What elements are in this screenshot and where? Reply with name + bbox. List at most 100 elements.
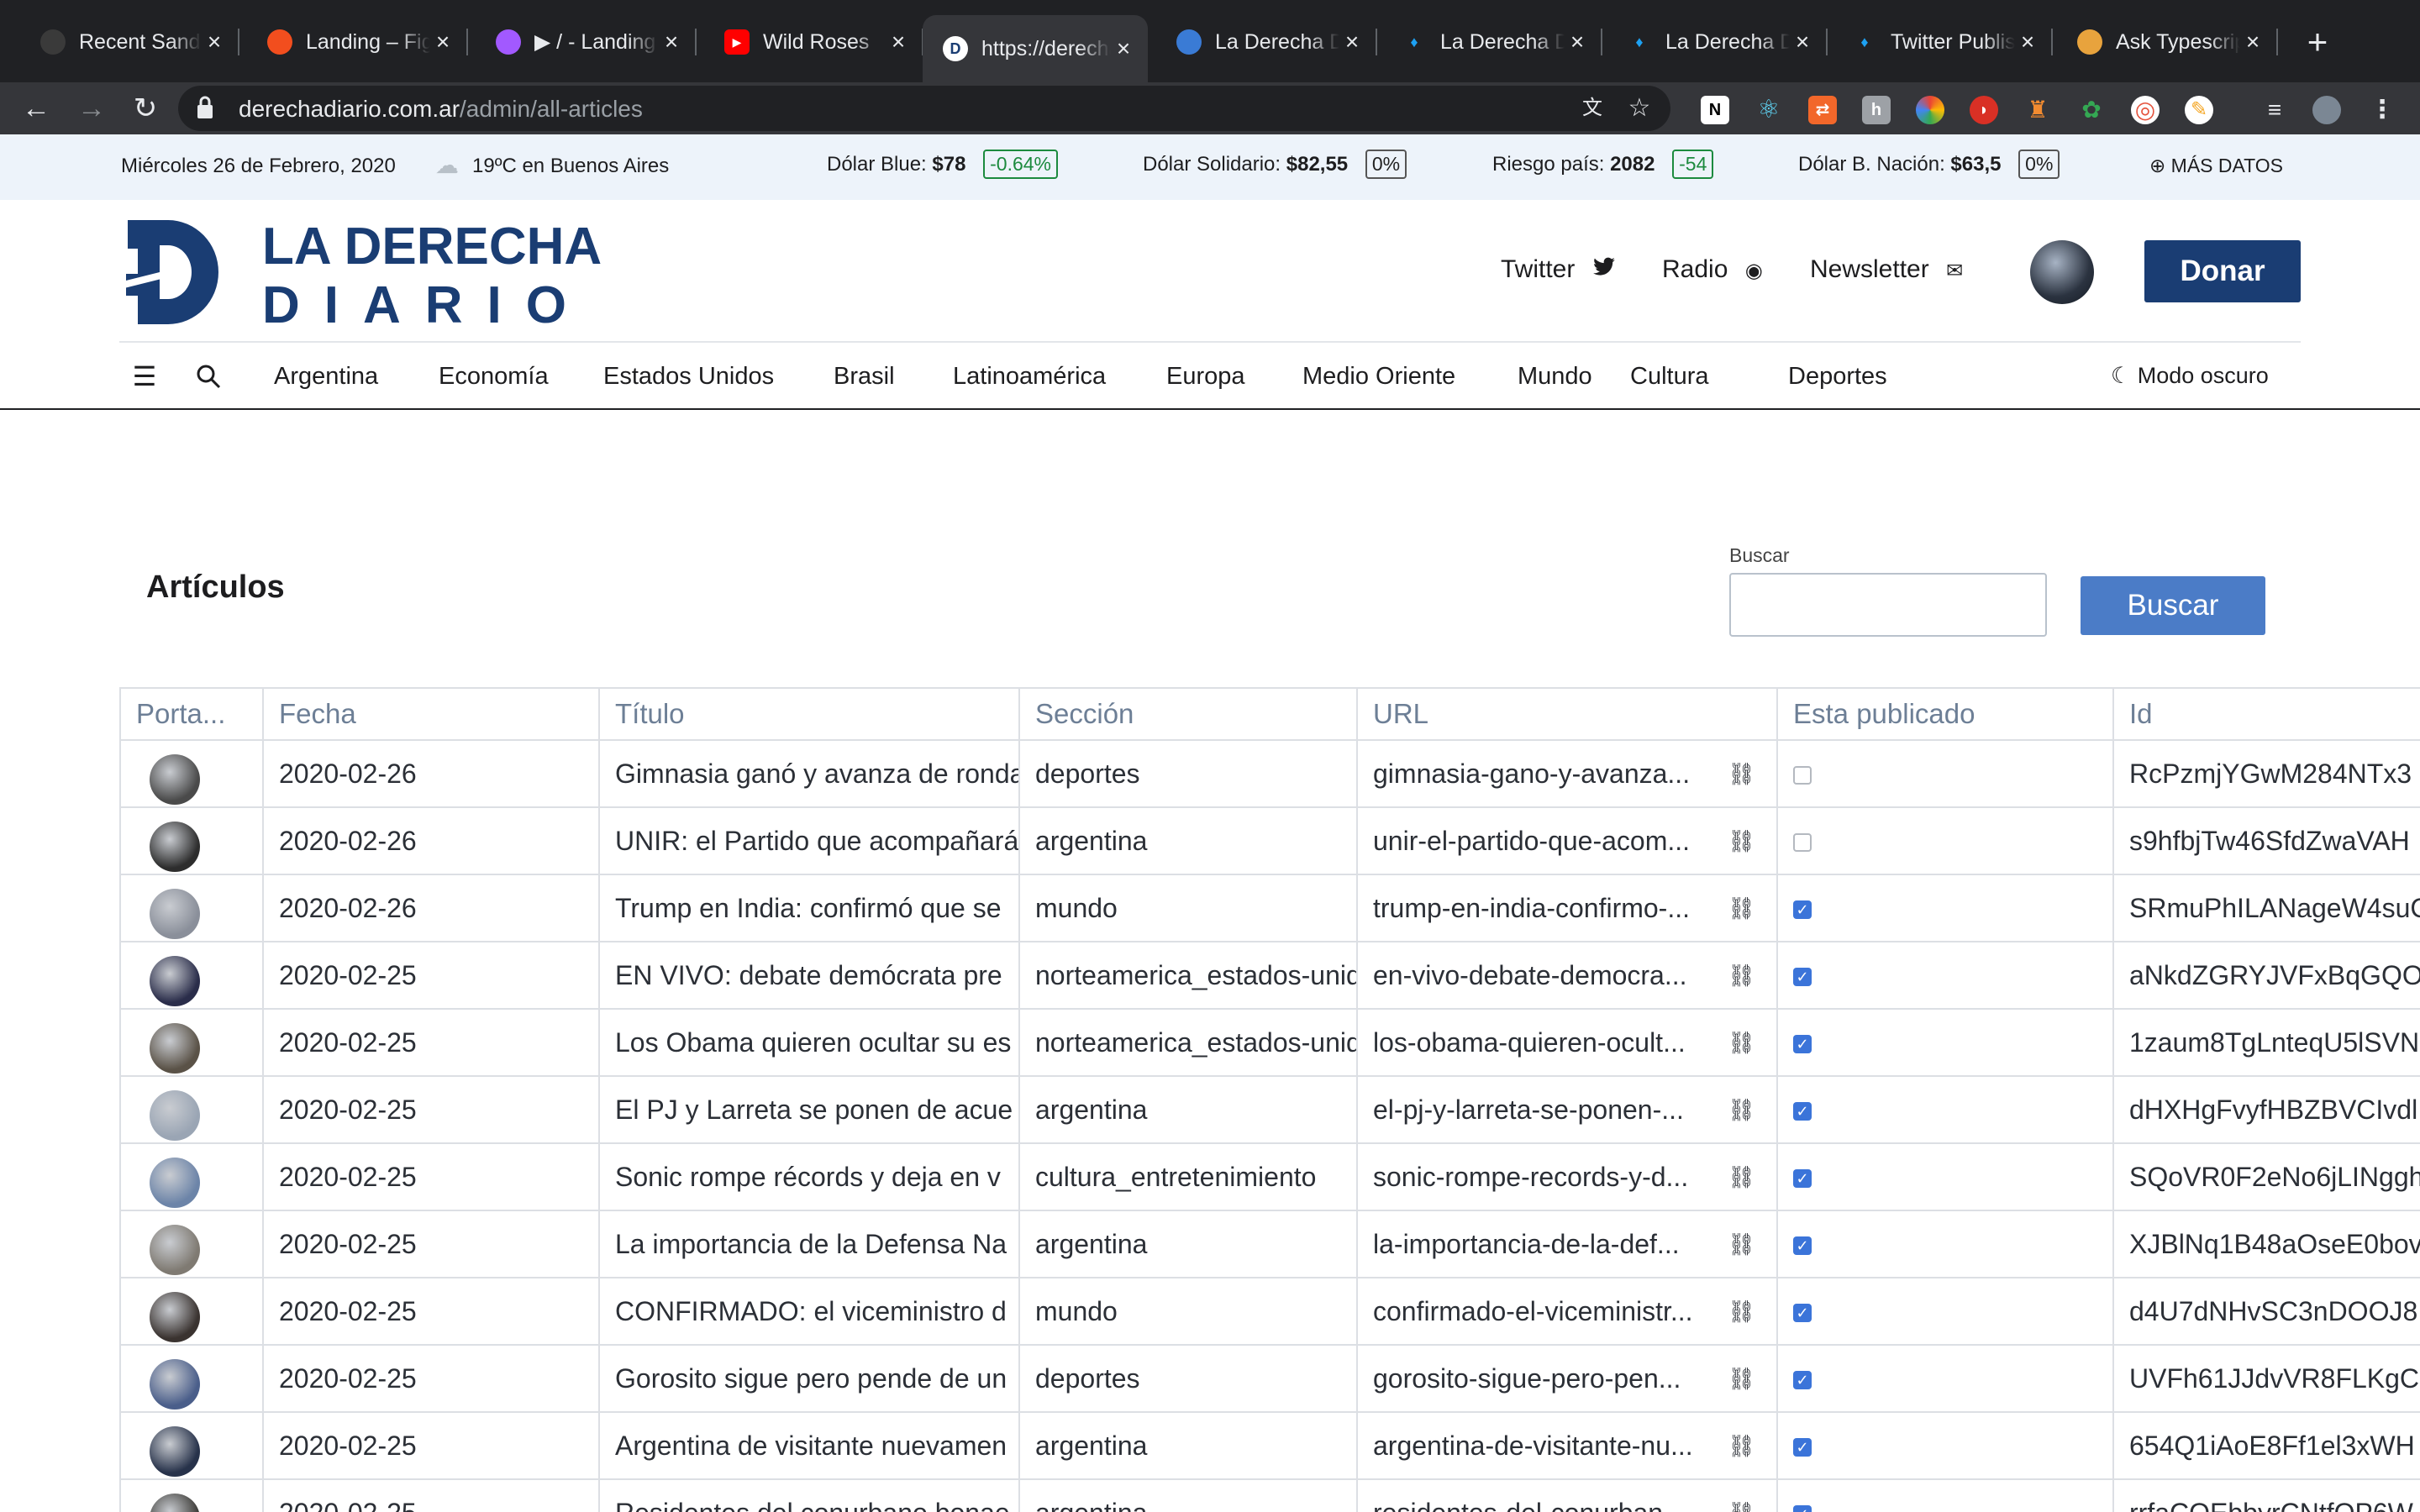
browser-tab[interactable]: ♦ Twitter Publish × — [1832, 15, 2053, 69]
column-header[interactable]: Esta publicado — [1778, 689, 2114, 741]
nav-item[interactable]: Cultura — [1630, 363, 1709, 391]
published-checkbox[interactable] — [1793, 766, 1812, 785]
reload-button[interactable]: ↻ — [126, 89, 165, 128]
nav-item[interactable]: Deportes — [1788, 363, 1887, 391]
extension-icon[interactable]: ✎ — [2185, 96, 2213, 124]
table-row[interactable]: 2020-02-26 UNIR: el Partido que acompañar… — [121, 808, 2420, 875]
back-button[interactable]: ← — [17, 89, 55, 128]
nav-item[interactable]: Europa — [1166, 363, 1245, 391]
link-icon[interactable]: ⛓ — [1728, 808, 1755, 874]
nav-item[interactable]: Medio Oriente — [1302, 363, 1455, 391]
close-tab-icon[interactable]: × — [2240, 29, 2265, 55]
browser-tab[interactable]: ▶ Wild Roses × — [704, 15, 923, 69]
search-input[interactable] — [1729, 573, 2047, 637]
more-data-link[interactable]: ⊕ MÁS DATOS — [2149, 155, 2283, 177]
close-tab-icon[interactable]: × — [659, 29, 684, 55]
table-row[interactable]: 2020-02-25 Argentina de visitante nuevame… — [121, 1413, 2420, 1480]
nav-item[interactable]: Estados Unidos — [603, 363, 774, 391]
column-header[interactable]: Título — [600, 689, 1020, 741]
link-icon[interactable]: ⛓ — [1728, 1144, 1755, 1210]
published-checkbox[interactable]: ✓ — [1793, 1035, 1812, 1053]
column-header[interactable]: Porta... — [121, 689, 264, 741]
close-tab-icon[interactable]: × — [430, 29, 455, 55]
browser-tab[interactable]: ♦ La Derecha Diario× — [1381, 15, 1602, 69]
react-devtools-icon[interactable]: ⚛ — [1754, 96, 1783, 124]
link-icon[interactable]: ⛓ — [1728, 1010, 1755, 1075]
table-row[interactable]: 2020-02-26 Gimnasia ganó y avanza de rond… — [121, 741, 2420, 808]
link-icon[interactable]: ⛓ — [1728, 741, 1755, 806]
donate-button[interactable]: Donar — [2144, 240, 2301, 302]
extension-icon[interactable]: ◎ — [2131, 96, 2160, 124]
extension-icon[interactable]: ♜ — [2023, 96, 2052, 124]
hamburger-menu-icon[interactable]: ☰ — [129, 361, 160, 391]
nav-item[interactable]: Argentina — [274, 363, 378, 391]
close-tab-icon[interactable]: × — [1339, 29, 1365, 55]
browser-tab[interactable]: Dhttps://derechadiario.com.ar× — [923, 15, 1148, 82]
table-row[interactable]: 2020-02-26 Trump en India: confirmó que s… — [121, 875, 2420, 942]
link-icon[interactable]: ⛓ — [1728, 1278, 1755, 1344]
published-checkbox[interactable]: ✓ — [1793, 1102, 1812, 1121]
table-row[interactable]: 2020-02-25 Gorosito sigue pero pende de u… — [121, 1346, 2420, 1413]
column-header[interactable]: URL — [1358, 689, 1778, 741]
published-checkbox[interactable]: ✓ — [1793, 1371, 1812, 1389]
forward-button[interactable]: → — [72, 89, 111, 128]
media-controls-icon[interactable]: ≡ — [2260, 96, 2289, 124]
nav-item[interactable]: Brasil — [834, 363, 895, 391]
close-tab-icon[interactable]: × — [2015, 29, 2040, 55]
table-row[interactable]: 2020-02-25Residentes del conurbano bonae… — [121, 1480, 2420, 1512]
link-icon[interactable]: ⛓ — [1728, 875, 1755, 941]
extension-icon[interactable]: ✿ — [2077, 96, 2106, 124]
column-header[interactable]: Id — [2114, 689, 2420, 741]
notion-extension-icon[interactable]: N — [1701, 96, 1729, 124]
column-header[interactable]: Sección — [1020, 689, 1358, 741]
column-header[interactable]: Fecha — [264, 689, 600, 741]
browser-tab[interactable]: Ask Typescript × — [2057, 15, 2278, 69]
close-tab-icon[interactable]: × — [202, 29, 227, 55]
table-row[interactable]: 2020-02-25 Sonic rompe récords y deja en … — [121, 1144, 2420, 1211]
close-tab-icon[interactable]: × — [886, 29, 911, 55]
search-icon[interactable] — [193, 361, 224, 391]
close-tab-icon[interactable]: × — [1565, 29, 1590, 55]
translate-icon[interactable]: 文 — [1578, 94, 1607, 123]
link-icon[interactable]: ⛓ — [1728, 942, 1755, 1008]
link-icon[interactable]: ⛓ — [1728, 1413, 1755, 1478]
newsletter-link[interactable]: Newsletter ✉ — [1810, 255, 1963, 284]
close-tab-icon[interactable]: × — [1111, 35, 1136, 62]
site-logo[interactable]: LA DERECHA DIARIO — [119, 215, 607, 329]
table-row[interactable]: 2020-02-25 La importancia de la Defensa N… — [121, 1211, 2420, 1278]
published-checkbox[interactable] — [1793, 833, 1812, 852]
table-row[interactable]: 2020-02-25 Los Obama quieren ocultar su e… — [121, 1010, 2420, 1077]
new-tab-button[interactable]: + — [2294, 18, 2341, 66]
published-checkbox[interactable]: ✓ — [1793, 1169, 1812, 1188]
nav-item[interactable]: Mundo — [1518, 363, 1592, 391]
link-icon[interactable]: ⛓ — [1728, 1077, 1755, 1142]
link-icon[interactable]: ⛓ — [1728, 1211, 1755, 1277]
radio-link[interactable]: Radio ◉ — [1662, 255, 1763, 284]
published-checkbox[interactable]: ✓ — [1793, 900, 1812, 919]
browser-tab[interactable]: ♦ La Derecha Diario× — [1607, 15, 1828, 69]
nav-item[interactable]: Economía — [439, 363, 549, 391]
profile-avatar[interactable] — [2312, 96, 2341, 124]
dark-mode-toggle[interactable]: ☾ Modo oscuro — [2111, 363, 2269, 389]
table-row[interactable]: 2020-02-25 El PJ y Larreta se ponen de ac… — [121, 1077, 2420, 1144]
link-icon[interactable]: ⛓ — [1728, 1480, 1755, 1512]
bookmark-star-icon[interactable]: ☆ — [1625, 94, 1654, 123]
browser-tab[interactable]: ▶ / - Landing × — [476, 15, 697, 69]
nav-item[interactable]: Latinoamérica — [953, 363, 1106, 391]
table-row[interactable]: 2020-02-25 CONFIRMADO: el viceministro dm… — [121, 1278, 2420, 1346]
link-icon[interactable]: ⛓ — [1728, 1346, 1755, 1411]
color-picker-icon[interactable] — [1916, 96, 1944, 124]
published-checkbox[interactable]: ✓ — [1793, 1438, 1812, 1457]
browser-tab[interactable]: Recent Sandboxes× — [20, 15, 239, 69]
extension-icon[interactable]: ◗ — [1970, 96, 1998, 124]
published-checkbox[interactable]: ✓ — [1793, 968, 1812, 986]
published-checkbox[interactable]: ✓ — [1793, 1236, 1812, 1255]
user-avatar[interactable] — [2030, 240, 2094, 304]
table-row[interactable]: 2020-02-25 EN VIVO: debate demócrata pre n… — [121, 942, 2420, 1010]
twitter-link[interactable]: Twitter — [1501, 255, 1616, 284]
browser-tab[interactable]: Landing – Figma× — [247, 15, 468, 69]
extension-icon[interactable]: h — [1862, 96, 1891, 124]
close-tab-icon[interactable]: × — [1790, 29, 1815, 55]
published-checkbox[interactable]: ✓ — [1793, 1304, 1812, 1322]
published-checkbox[interactable]: ✓ — [1793, 1505, 1812, 1512]
